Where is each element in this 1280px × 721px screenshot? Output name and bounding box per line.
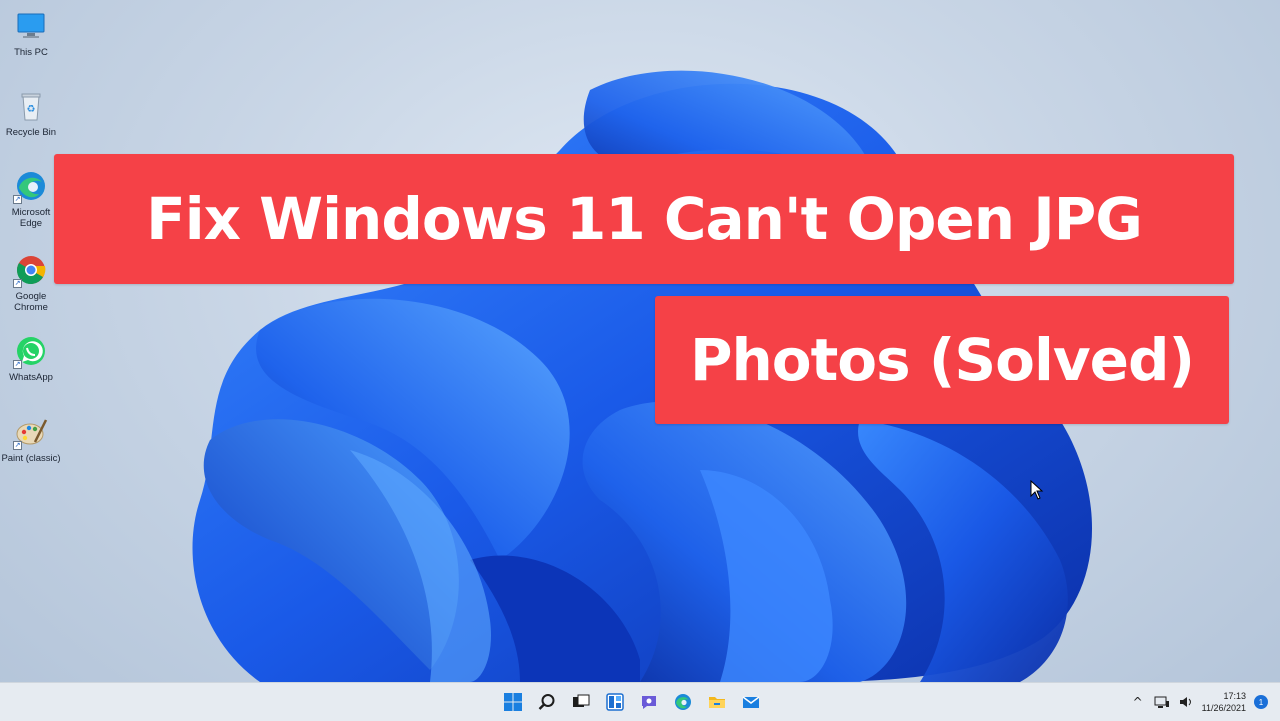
notification-badge[interactable]: 1 (1254, 695, 1268, 709)
mail-button[interactable] (738, 689, 764, 715)
desktop-icon-paint-classic[interactable]: ↗ Paint (classic) (0, 414, 62, 464)
system-tray: ^ 17:13 11/26/2021 1 (1130, 683, 1280, 721)
shortcut-arrow-icon: ↗ (13, 279, 22, 288)
show-hidden-icons-chevron[interactable]: ^ (1130, 695, 1146, 709)
desktop-icon-label: WhatsApp (9, 372, 53, 383)
desktop-icon-whatsapp[interactable]: ↗ WhatsApp (0, 333, 62, 383)
task-view-button[interactable] (568, 689, 594, 715)
taskbar-pinned-apps (500, 683, 764, 721)
chrome-icon: ↗ (13, 252, 49, 288)
video-title-line-2: Photos (Solved) (689, 326, 1195, 394)
svg-text:♻: ♻ (27, 104, 36, 115)
shortcut-arrow-icon: ↗ (13, 195, 22, 204)
widgets-icon (606, 693, 624, 711)
shortcut-arrow-icon: ↗ (13, 360, 22, 369)
mail-icon (742, 696, 760, 708)
task-view-icon (573, 694, 590, 707)
desktop-icon-google-chrome[interactable]: ↗ Google Chrome (0, 252, 62, 313)
mouse-cursor-icon (1030, 480, 1044, 500)
file-explorer-button[interactable] (704, 689, 730, 715)
video-title-line-1: Fix Windows 11 Can't Open JPG (146, 185, 1143, 253)
network-icon[interactable] (1154, 695, 1170, 709)
edge-icon: ↗ (13, 168, 49, 204)
desktop-icon-label: Recycle Bin (5, 127, 57, 138)
shortcut-arrow-icon: ↗ (13, 441, 22, 450)
clock-time: 17:13 (1223, 691, 1246, 701)
volume-icon[interactable] (1178, 695, 1194, 709)
desktop-icon-label: Paint (classic) (1, 453, 61, 464)
file-explorer-icon (709, 697, 725, 708)
video-title-banner-line-1: Fix Windows 11 Can't Open JPG (54, 154, 1234, 284)
desktop-icon-label: Microsoft Edge (11, 207, 51, 229)
start-icon (504, 693, 522, 711)
chat-button[interactable] (636, 689, 662, 715)
clock[interactable]: 17:13 11/26/2021 (1202, 690, 1246, 714)
chat-icon (642, 696, 656, 709)
desktop-icon-microsoft-edge[interactable]: ↗ Microsoft Edge (0, 168, 62, 229)
recycle-bin-icon: ♻ (13, 88, 49, 124)
monitor-icon (13, 8, 49, 44)
desktop-icon-recycle-bin[interactable]: ♻ Recycle Bin (0, 88, 62, 138)
video-title-banner-line-2: Photos (Solved) (655, 296, 1229, 424)
taskbar: ^ 17:13 11/26/2021 1 (0, 682, 1280, 721)
clock-date: 11/26/2021 (1201, 703, 1246, 713)
edge-taskbar-button[interactable] (670, 689, 696, 715)
start-button[interactable] (500, 689, 526, 715)
widgets-button[interactable] (602, 689, 628, 715)
paint-icon: ↗ (13, 414, 49, 450)
whatsapp-icon: ↗ (13, 333, 49, 369)
desktop-icon-label: Google Chrome (14, 291, 48, 313)
search-icon (538, 694, 555, 710)
desktop-icon-this-pc[interactable]: This PC (0, 8, 62, 58)
search-button[interactable] (534, 689, 560, 715)
desktop-icon-label: This PC (14, 47, 48, 58)
edge-icon (675, 694, 691, 710)
